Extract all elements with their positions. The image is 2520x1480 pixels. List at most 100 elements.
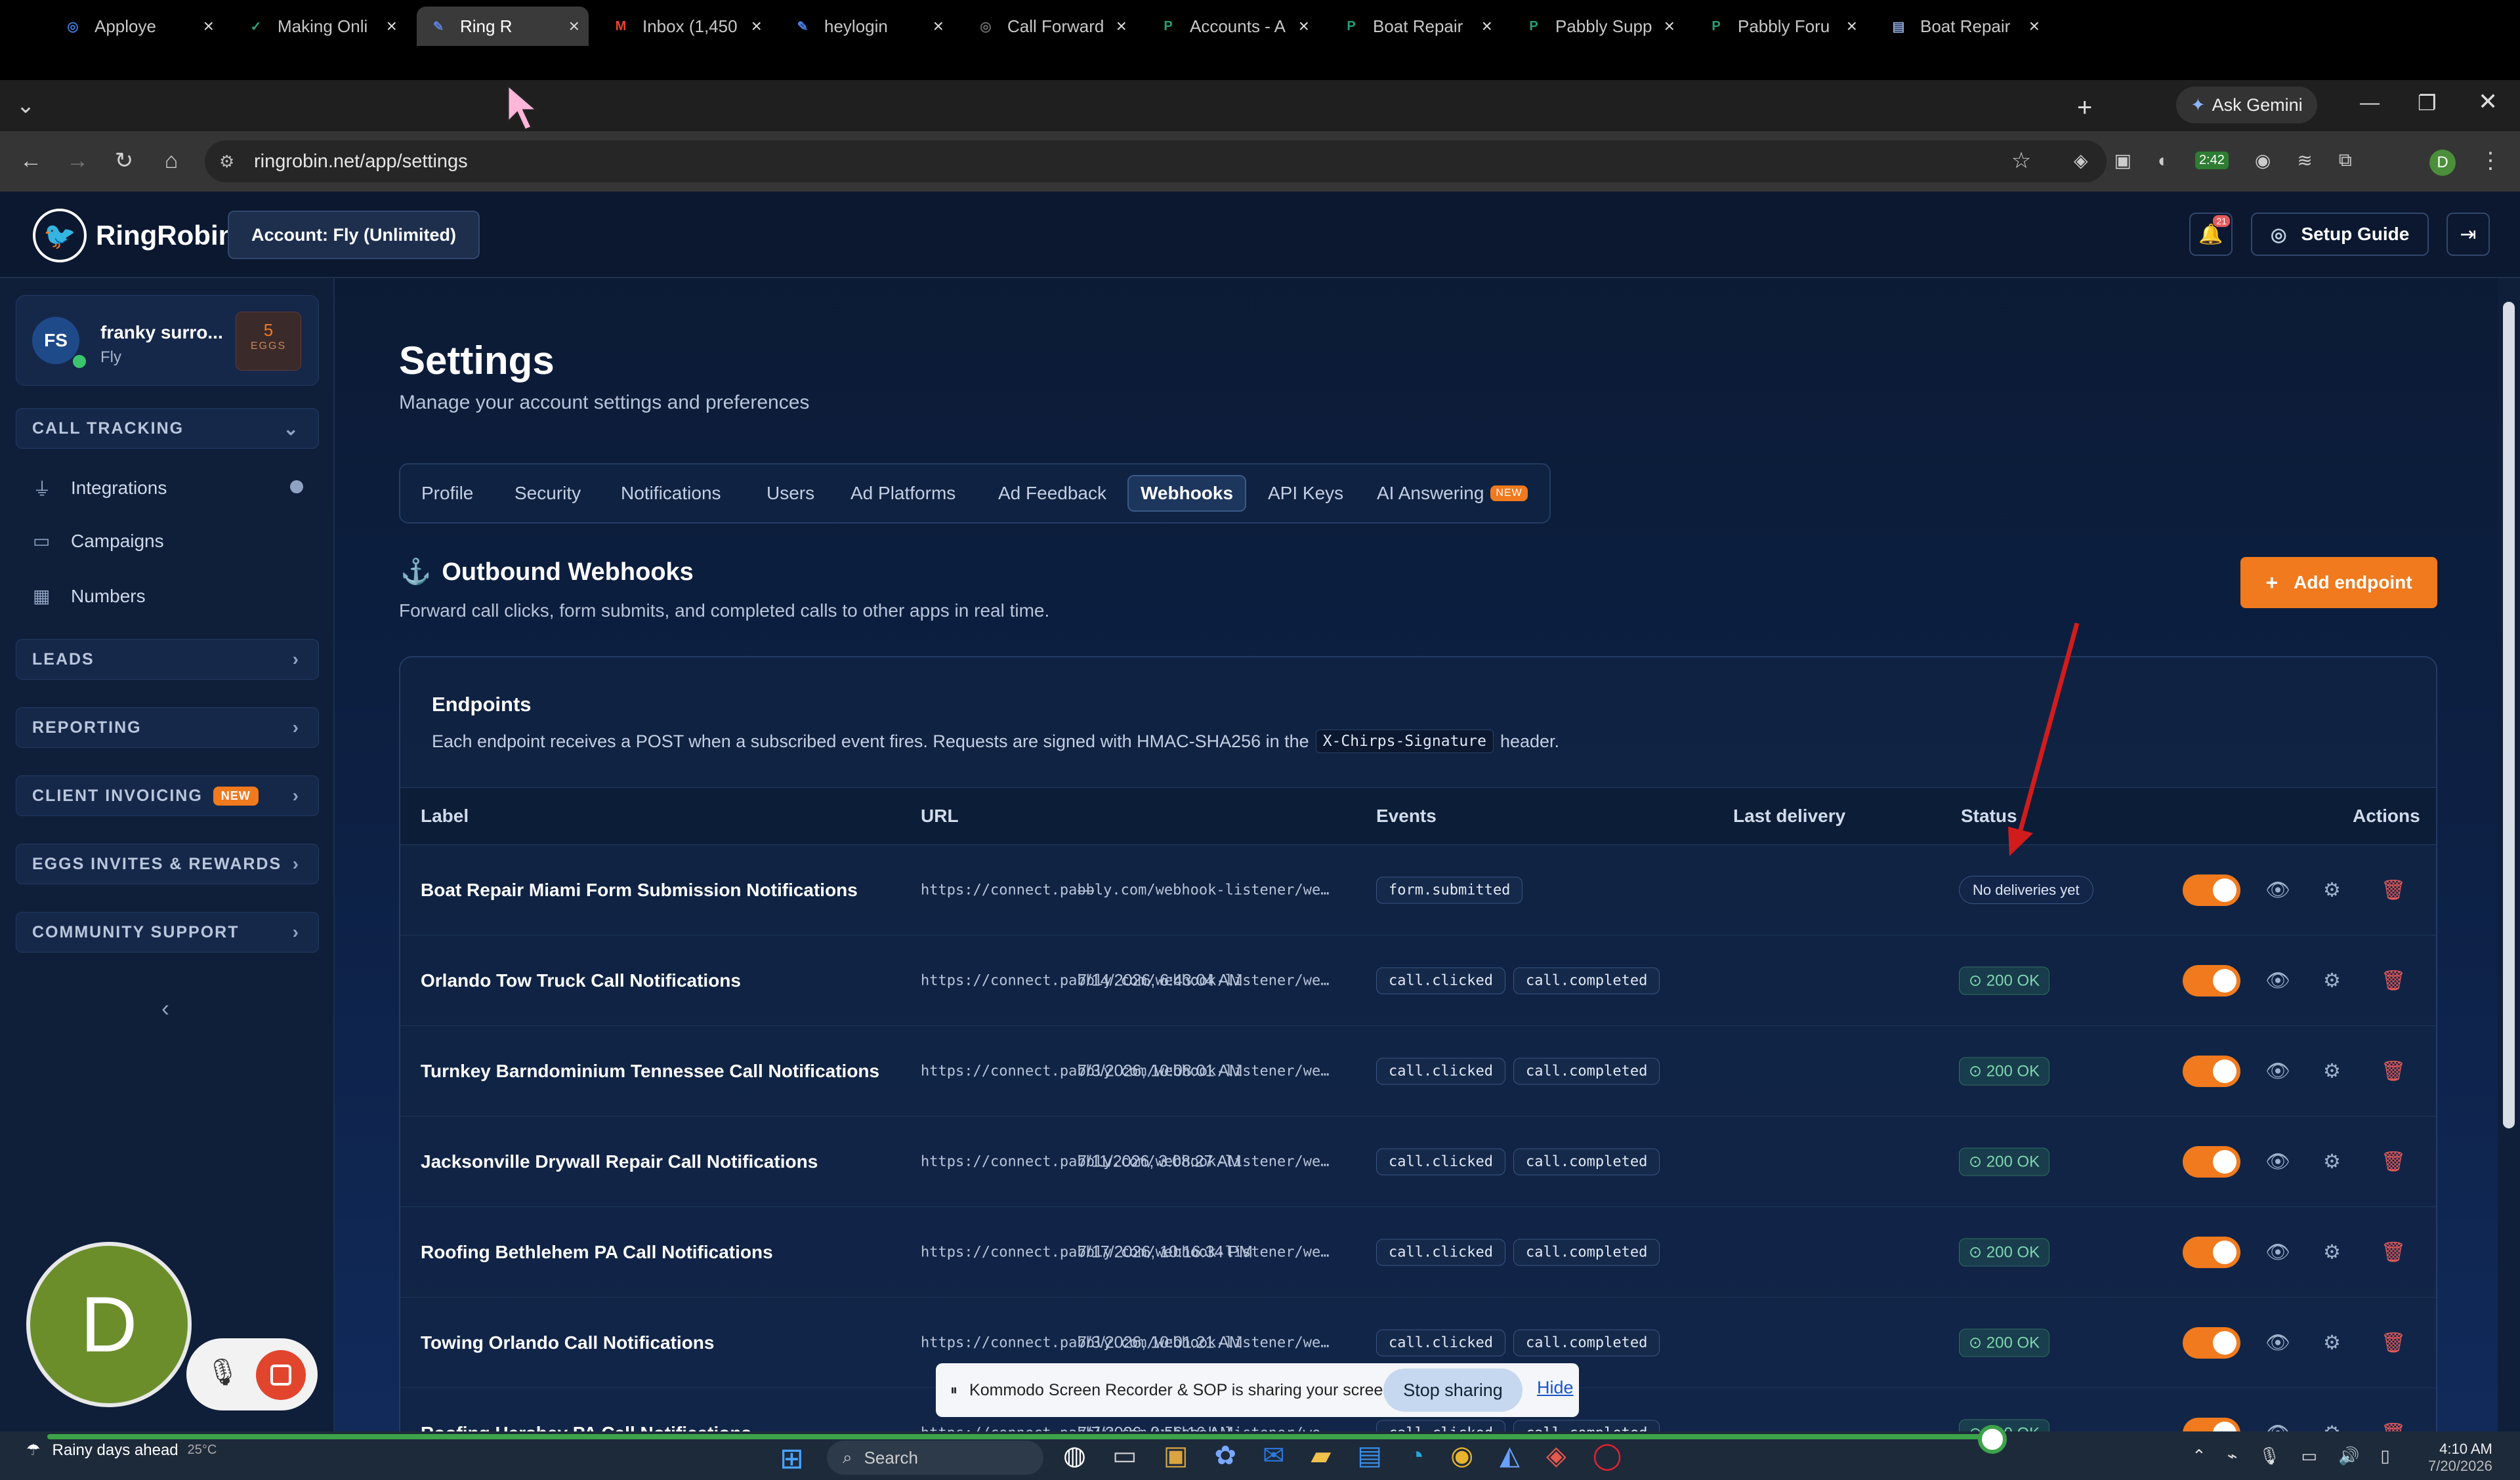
- pause-icon[interactable]: ⏸: [950, 1382, 957, 1399]
- taskbar-search[interactable]: ⌕ Search: [827, 1441, 1043, 1475]
- setup-guide-button[interactable]: ◎ Setup Guide: [2251, 213, 2429, 256]
- menu-kebab-icon[interactable]: ⋮: [2474, 144, 2507, 177]
- nav-section-leads[interactable]: LEADS ›: [16, 639, 319, 680]
- tab-users[interactable]: Users: [755, 475, 826, 512]
- scrollbar-thumb[interactable]: [2503, 302, 2515, 1128]
- settings-gear-icon[interactable]: ⚙: [2323, 1150, 2341, 1173]
- close-tab-icon[interactable]: ×: [933, 16, 944, 37]
- enabled-toggle[interactable]: [2183, 874, 2240, 906]
- network-icon[interactable]: ⌁: [2227, 1446, 2238, 1466]
- copilot-icon[interactable]: ✿: [1215, 1441, 1237, 1471]
- bookmark-star-icon[interactable]: ☆: [2005, 144, 2038, 177]
- puzzle-icon[interactable]: ⧉: [2339, 150, 2352, 171]
- close-tab-icon[interactable]: ×: [751, 16, 762, 37]
- hide-share-bar-link[interactable]: Hide: [1537, 1378, 1574, 1398]
- weather-widget[interactable]: ☂ Rainy days ahead 25°C: [26, 1441, 217, 1460]
- notifications-button[interactable]: 🔔 21: [2189, 213, 2233, 256]
- view-eye-icon[interactable]: 👁: [2265, 1241, 2290, 1264]
- extension-icon[interactable]: ◐: [2158, 150, 2169, 171]
- tab-ai-answering[interactable]: AI Answering NEW: [1365, 475, 1540, 512]
- settings-gear-icon[interactable]: ⚙: [2323, 1331, 2341, 1354]
- volume-icon[interactable]: 🔊: [2338, 1446, 2359, 1466]
- browser-tab[interactable]: M Inbox (1,450 ×: [599, 7, 771, 46]
- sidebar-item-integrations[interactable]: ⏚ Integrations: [33, 475, 167, 501]
- extension-icon[interactable]: ≋: [2297, 150, 2312, 171]
- view-eye-icon[interactable]: 👁: [2265, 1331, 2290, 1354]
- nav-section-client-invoicing[interactable]: CLIENT INVOICING NEW ›: [16, 775, 319, 816]
- app-icon[interactable]: ◍: [1063, 1441, 1086, 1471]
- forward-icon[interactable]: →: [61, 144, 94, 177]
- app-icon[interactable]: ▭: [1112, 1441, 1137, 1471]
- table-row[interactable]: Orlando Tow Truck Call Notifications http…: [400, 935, 2436, 1026]
- app-icon[interactable]: ◯: [1593, 1441, 1622, 1471]
- tab-security[interactable]: Security: [503, 475, 593, 512]
- enabled-toggle[interactable]: [2183, 964, 2240, 997]
- enabled-toggle[interactable]: [2183, 1145, 2240, 1178]
- settings-gear-icon[interactable]: ⚙: [2323, 878, 2341, 901]
- new-tab-button[interactable]: +: [2077, 93, 2092, 123]
- site-info-icon[interactable]: ⚙: [219, 140, 234, 182]
- tab-search-icon[interactable]: ⌄: [9, 89, 42, 122]
- browser-tab[interactable]: ✎ Ring R ×: [417, 7, 589, 46]
- add-endpoint-button[interactable]: + Add endpoint: [2240, 557, 2437, 608]
- close-tab-icon[interactable]: ×: [1482, 16, 1492, 37]
- progress-handle[interactable]: [1978, 1425, 2007, 1454]
- view-eye-icon[interactable]: 👁: [2265, 969, 2290, 992]
- view-eye-icon[interactable]: 👁: [2265, 1150, 2290, 1173]
- battery-icon[interactable]: ▯: [2380, 1446, 2389, 1466]
- mic-muted-icon[interactable]: 🎙: [206, 1357, 240, 1388]
- delete-trash-icon[interactable]: 🗑: [2381, 1059, 2406, 1082]
- enabled-toggle[interactable]: [2183, 1326, 2240, 1359]
- restore-button[interactable]: ❐: [2418, 91, 2437, 115]
- brand-logo[interactable]: 🐦 RingRobin: [33, 209, 235, 262]
- stop-sharing-button[interactable]: Stop sharing: [1383, 1368, 1522, 1412]
- extension-timer-icon[interactable]: 2:42: [2194, 152, 2229, 169]
- back-icon[interactable]: ←: [14, 144, 47, 177]
- settings-gear-icon[interactable]: ⚙: [2323, 1059, 2341, 1082]
- collapse-sidebar-button[interactable]: ‹: [161, 995, 169, 1022]
- browser-tab[interactable]: P Boat Repair ×: [1330, 7, 1502, 46]
- close-tab-icon[interactable]: ×: [1847, 16, 1857, 37]
- eggs-badge[interactable]: 5 EGGS: [236, 312, 301, 371]
- browser-tab[interactable]: P Accounts - A ×: [1146, 7, 1318, 46]
- stop-recording-button[interactable]: [256, 1350, 306, 1400]
- close-tab-icon[interactable]: ×: [387, 16, 397, 37]
- app-icon[interactable]: ◈: [1546, 1441, 1566, 1471]
- browser-tab[interactable]: P Pabbly Supp ×: [1512, 7, 1684, 46]
- address-bar[interactable]: ⚙ ringrobin.net/app/settings: [205, 140, 2107, 182]
- delete-trash-icon[interactable]: 🗑: [2381, 1150, 2406, 1173]
- settings-gear-icon[interactable]: ⚙: [2323, 1241, 2341, 1264]
- minimize-button[interactable]: —: [2360, 92, 2380, 114]
- clock[interactable]: 4:10 AM 7/20/2026: [2428, 1441, 2492, 1475]
- camera-icon[interactable]: ◉: [2255, 150, 2271, 171]
- reload-icon[interactable]: ↻: [108, 144, 140, 177]
- nav-section-call-tracking[interactable]: CALL TRACKING ⌄: [16, 408, 319, 449]
- tab-profile[interactable]: Profile: [410, 475, 485, 512]
- table-row[interactable]: Turnkey Barndominium Tennessee Call Noti…: [400, 1026, 2436, 1117]
- browser-tab[interactable]: P Pabbly Foru ×: [1694, 7, 1866, 46]
- nav-section-community-support[interactable]: COMMUNITY SUPPORT ›: [16, 912, 319, 953]
- close-tab-icon[interactable]: ×: [1299, 16, 1309, 37]
- tab-webhooks[interactable]: Webhooks: [1127, 475, 1247, 512]
- table-row[interactable]: Boat Repair Miami Form Submission Notifi…: [400, 845, 2436, 935]
- extension-icon[interactable]: ◈: [2074, 150, 2088, 171]
- profile-avatar[interactable]: D: [2429, 150, 2456, 176]
- windows-start-icon[interactable]: ⊞: [780, 1442, 804, 1475]
- close-tab-icon[interactable]: ×: [2029, 16, 2040, 37]
- delete-trash-icon[interactable]: 🗑: [2381, 1331, 2406, 1354]
- edge-icon[interactable]: ◔: [1408, 1441, 1424, 1471]
- sidebar-item-campaigns[interactable]: ▭ Campaigns: [33, 530, 164, 552]
- browser-tab[interactable]: ◎ Apploye ×: [51, 7, 223, 46]
- user-card[interactable]: FS franky surro... Fly 5 EGGS: [16, 295, 319, 386]
- view-eye-icon[interactable]: 👁: [2265, 878, 2290, 901]
- folder-icon[interactable]: ▰: [1311, 1441, 1332, 1471]
- tab-ad-platforms[interactable]: Ad Platforms: [839, 475, 967, 512]
- delete-trash-icon[interactable]: 🗑: [2381, 969, 2406, 992]
- delete-trash-icon[interactable]: 🗑: [2381, 878, 2406, 901]
- scrollbar[interactable]: [2498, 278, 2520, 1431]
- tab-ad-feedback[interactable]: Ad Feedback: [986, 475, 1118, 512]
- browser-tab[interactable]: ▤ Boat Repair ×: [1877, 7, 2049, 46]
- ask-gemini-button[interactable]: ✦ Ask Gemini: [2176, 87, 2317, 123]
- chevron-up-icon[interactable]: ⌃: [2192, 1446, 2206, 1466]
- browser-tab[interactable]: ✎ heylogin ×: [781, 7, 953, 46]
